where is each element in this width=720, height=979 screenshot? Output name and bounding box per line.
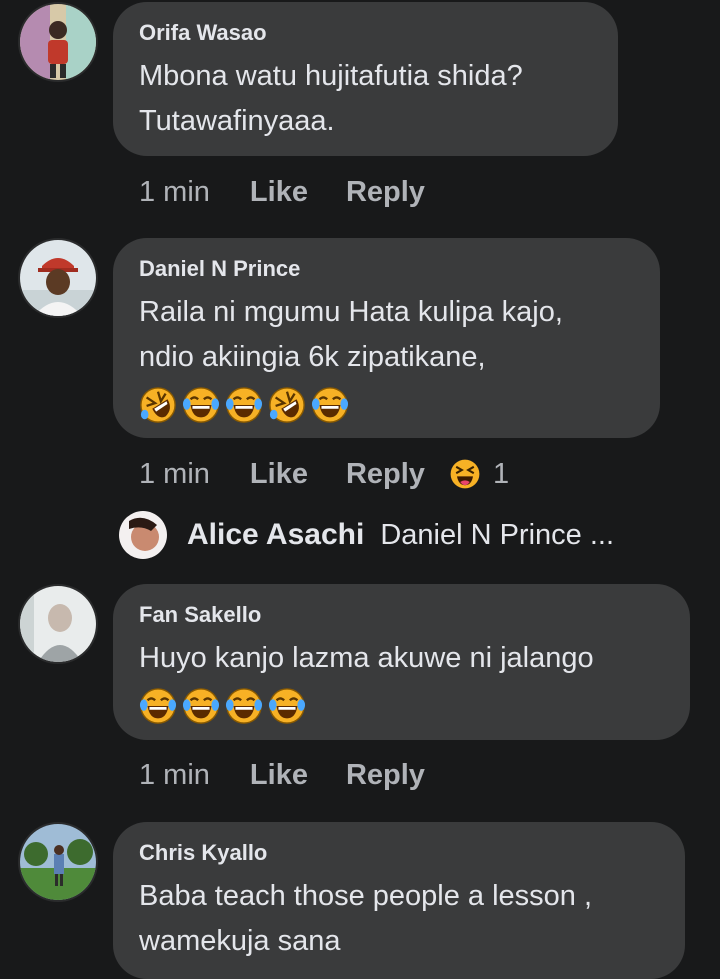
- laughing-reaction-icon: [449, 458, 481, 490]
- comment-actions: 1 min Like Reply 1: [139, 456, 509, 492]
- comment-author[interactable]: Fan Sakello: [139, 602, 664, 628]
- reply-button[interactable]: Reply: [346, 458, 425, 491]
- comment-actions: 1 min Like Reply: [139, 757, 425, 793]
- avatar: [119, 511, 167, 559]
- reply-author[interactable]: Alice Asachi: [187, 518, 364, 552]
- comment-actions: 1 min Like Reply: [139, 174, 425, 210]
- avatar[interactable]: [18, 238, 98, 318]
- comment-author[interactable]: Daniel N Prince: [139, 256, 634, 282]
- tears-of-joy-emoji: [268, 687, 306, 725]
- tears-of-joy-emoji: [182, 687, 220, 725]
- comment-text-line: ndio akiingia 6k zipatikane,: [139, 341, 486, 373]
- reaction-summary[interactable]: 1: [449, 458, 509, 491]
- rofl-emoji: [268, 386, 306, 424]
- comment-bubble: Orifa Wasao Mbona watu hujitafutia shida…: [113, 2, 618, 156]
- comment-time: 1 min: [139, 175, 210, 208]
- reply-button[interactable]: Reply: [346, 759, 425, 792]
- reaction-count: 1: [492, 457, 510, 490]
- avatar[interactable]: [18, 2, 98, 82]
- comment-bubble: Chris Kyallo Baba teach those people a l…: [113, 822, 685, 979]
- avatar[interactable]: [18, 584, 98, 664]
- like-button[interactable]: Like: [250, 759, 308, 792]
- avatar[interactable]: [18, 822, 98, 902]
- reply-text: Daniel N Prince ...: [380, 518, 615, 551]
- tears-of-joy-emoji: [139, 687, 177, 725]
- tears-of-joy-emoji: [225, 386, 263, 424]
- comment-author[interactable]: Orifa Wasao: [139, 20, 592, 46]
- comment-time: 1 min: [139, 758, 210, 791]
- comment-text-line: wamekuja sana: [139, 925, 341, 957]
- comment-author[interactable]: Chris Kyallo: [139, 840, 659, 866]
- rofl-emoji: [139, 386, 177, 424]
- comment-text-line: Huyo kanjo lazma akuwe ni jalango: [139, 642, 594, 674]
- comment-text-line: Raila ni mgumu Hata kulipa kajo,: [139, 296, 563, 328]
- emoji-row: [139, 386, 634, 424]
- comment-text-line: Tutawafinyaaa.: [139, 105, 335, 137]
- comment-text-line: Baba teach those people a lesson ,: [139, 880, 593, 912]
- comment-bubble: Daniel N Prince Raila ni mgumu Hata kuli…: [113, 238, 660, 438]
- comment-text-line: Mbona watu hujitafutia shida?: [139, 60, 523, 92]
- comment-time: 1 min: [139, 457, 210, 490]
- like-button[interactable]: Like: [250, 176, 308, 209]
- emoji-row: [139, 687, 664, 725]
- like-button[interactable]: Like: [250, 458, 308, 491]
- reply-button[interactable]: Reply: [346, 176, 425, 209]
- tears-of-joy-emoji: [311, 386, 349, 424]
- tears-of-joy-emoji: [225, 687, 263, 725]
- reply-preview[interactable]: Alice Asachi Daniel N Prince ...: [119, 511, 614, 559]
- comment-bubble: Fan Sakello Huyo kanjo lazma akuwe ni ja…: [113, 584, 690, 740]
- tears-of-joy-emoji: [182, 386, 220, 424]
